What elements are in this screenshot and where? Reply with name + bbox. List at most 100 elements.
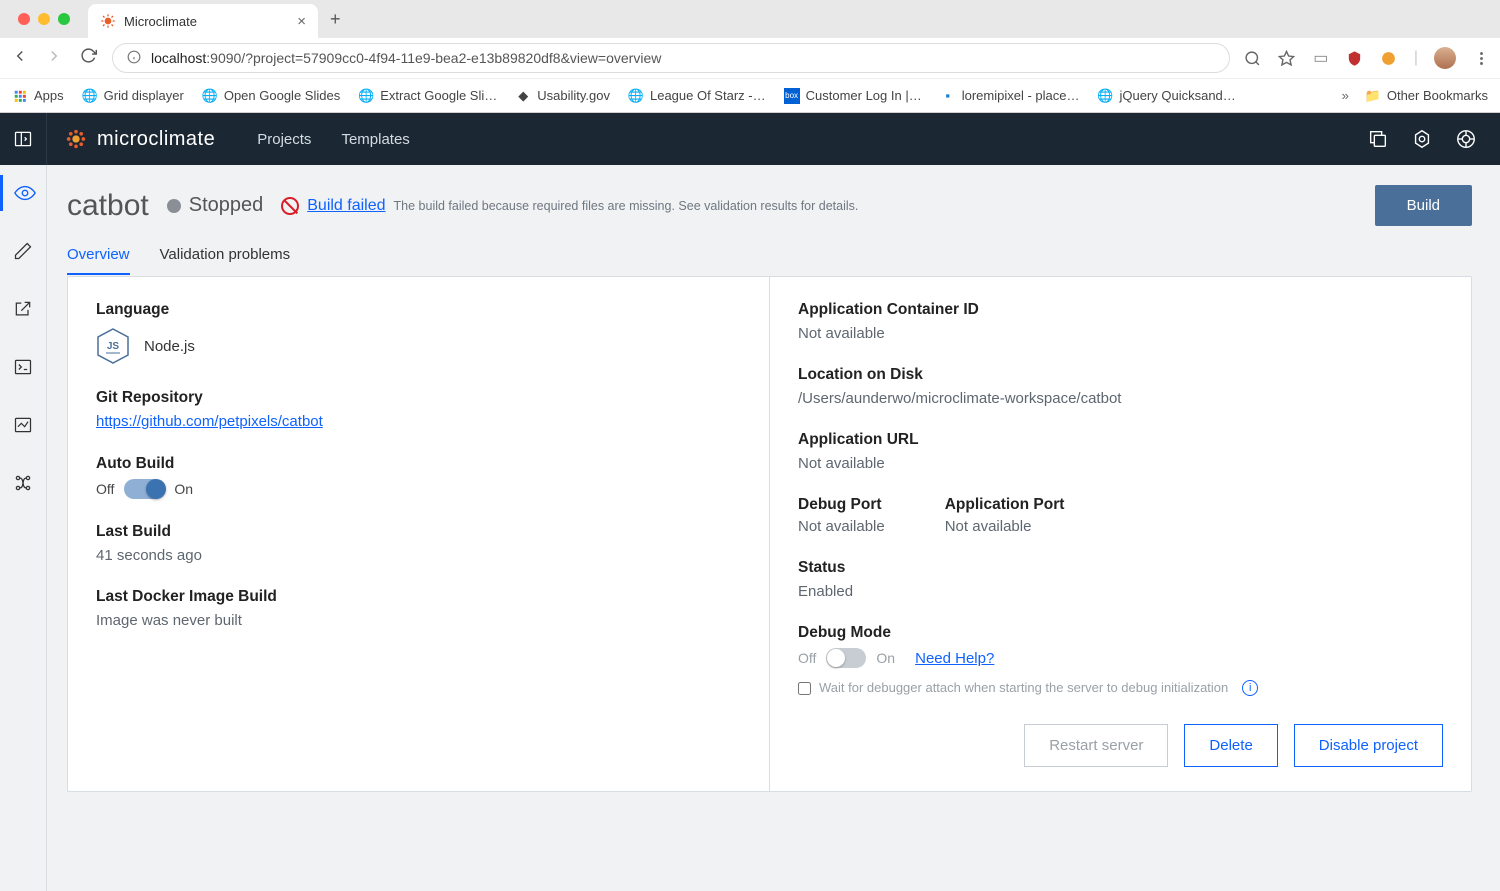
bookmark-item[interactable]: boxCustomer Log In |…: [784, 88, 922, 104]
sidebar-open[interactable]: [0, 291, 47, 327]
zoom-icon[interactable]: [1244, 49, 1262, 67]
back-button[interactable]: [10, 47, 30, 70]
field-label: Status: [798, 559, 1443, 577]
other-bookmarks[interactable]: 📁Other Bookmarks: [1365, 88, 1488, 104]
field-language: Language JS Node.js: [96, 301, 741, 365]
browser-tab[interactable]: Microclimate ×: [88, 4, 318, 38]
window-close-icon[interactable]: [18, 13, 30, 25]
extension-icon[interactable]: ▭: [1312, 49, 1330, 67]
box-icon: box: [784, 88, 800, 104]
bookmark-item[interactable]: 🌐Extract Google Sli…: [358, 88, 497, 104]
error-icon: [281, 197, 299, 215]
bookmark-item[interactable]: ▪loremipixel - place…: [940, 88, 1080, 104]
new-tab-button[interactable]: +: [330, 9, 341, 30]
bookmark-item[interactable]: 🌐League Of Starz -…: [628, 88, 766, 104]
shield-icon[interactable]: [1346, 49, 1364, 67]
tab-favicon-icon: [100, 13, 116, 29]
delete-button[interactable]: Delete: [1184, 724, 1277, 767]
profile-avatar[interactable]: [1434, 47, 1456, 69]
status-dot-icon: [167, 199, 181, 213]
toggle-off-label: Off: [96, 481, 114, 497]
forward-button[interactable]: [44, 47, 64, 70]
field-value: Image was never built: [96, 612, 741, 629]
field-value: Not available: [798, 325, 1443, 342]
need-help-link[interactable]: Need Help?: [915, 650, 994, 667]
field-ports: Debug Port Not available Application Por…: [798, 496, 1443, 535]
project-name: catbot: [67, 189, 149, 223]
field-label: Application Port: [945, 496, 1065, 514]
field-location: Location on Disk /Users/aunderwo/microcl…: [798, 366, 1443, 407]
sidebar-terminal[interactable]: [0, 349, 47, 385]
content: catbot Stopped Build failed The build fa…: [47, 165, 1500, 891]
field-value: Not available: [798, 455, 1443, 472]
bookmark-item[interactable]: ◆Usability.gov: [515, 88, 610, 104]
field-label: Debug Mode: [798, 624, 1443, 642]
sidebar-overview[interactable]: [0, 175, 47, 211]
bookmark-item[interactable]: 🌐Open Google Slides: [202, 88, 340, 104]
wait-debugger-checkbox[interactable]: [798, 682, 811, 695]
tab-validation[interactable]: Validation problems: [160, 246, 291, 275]
reload-button[interactable]: [78, 47, 98, 69]
bookmark-label: jQuery Quicksand…: [1119, 88, 1235, 103]
bookmark-label: Usability.gov: [537, 88, 610, 103]
bookmarks-overflow-icon[interactable]: »: [1342, 88, 1349, 103]
bookmark-label: League Of Starz -…: [650, 88, 766, 103]
tab-overview[interactable]: Overview: [67, 246, 130, 275]
git-repo-link[interactable]: https://github.com/petpixels/catbot: [96, 413, 323, 430]
menu-icon[interactable]: [1472, 49, 1490, 67]
tab-close-icon[interactable]: ×: [297, 13, 306, 30]
field-last-build: Last Build 41 seconds ago: [96, 523, 741, 564]
sidebar-edit[interactable]: [0, 233, 47, 269]
star-icon[interactable]: [1278, 49, 1296, 67]
bookmark-label: loremipixel - place…: [962, 88, 1080, 103]
action-buttons: Restart server Delete Disable project: [798, 724, 1443, 767]
debug-mode-toggle[interactable]: [826, 648, 866, 668]
info-icon[interactable]: i: [1242, 680, 1258, 696]
header-nav: Projects Templates: [257, 131, 410, 148]
field-status: Status Enabled: [798, 559, 1443, 600]
browser-chrome: Microclimate × + localhost:9090/?project…: [0, 0, 1500, 113]
field-label: Git Repository: [96, 389, 741, 407]
overview-panel: Language JS Node.js Git Repository https…: [67, 276, 1472, 792]
sidebar-toggle[interactable]: [0, 113, 47, 165]
field-value: 41 seconds ago: [96, 547, 741, 564]
site-info-icon[interactable]: [127, 50, 141, 67]
nav-templates[interactable]: Templates: [341, 131, 409, 148]
app-header: microclimate Projects Templates: [0, 113, 1500, 165]
window-minimize-icon[interactable]: [38, 13, 50, 25]
svg-text:JS: JS: [107, 341, 120, 352]
window-maximize-icon[interactable]: [58, 13, 70, 25]
extension2-icon[interactable]: [1380, 49, 1398, 67]
disable-project-button[interactable]: Disable project: [1294, 724, 1443, 767]
header-right: [1366, 127, 1500, 151]
bookmark-item[interactable]: 🌐jQuery Quicksand…: [1097, 88, 1235, 104]
globe-icon: 🌐: [82, 88, 98, 104]
field-label: Debug Port: [798, 496, 885, 514]
field-debug-mode: Debug Mode Off On Need Help? Wait for de…: [798, 624, 1443, 696]
field-last-docker: Last Docker Image Build Image was never …: [96, 588, 741, 629]
copy-icon[interactable]: [1366, 127, 1390, 151]
nav-projects[interactable]: Projects: [257, 131, 311, 148]
bookmark-label: Grid displayer: [104, 88, 184, 103]
sidebar-monitor[interactable]: [0, 407, 47, 443]
address-row: localhost:9090/?project=57909cc0-4f94-11…: [0, 38, 1500, 78]
sidebar-pipeline[interactable]: [0, 465, 47, 501]
status-text: Stopped: [189, 194, 264, 217]
field-container-id: Application Container ID Not available: [798, 301, 1443, 342]
bookmark-apps[interactable]: Apps: [12, 88, 64, 104]
toggle-on-label: On: [174, 481, 193, 497]
bookmark-item[interactable]: 🌐 Grid displayer: [82, 88, 184, 104]
build-failed-link[interactable]: Build failed: [307, 197, 385, 215]
restart-server-button[interactable]: Restart server: [1024, 724, 1168, 767]
brand[interactable]: microclimate: [47, 128, 233, 151]
gear-icon[interactable]: [1410, 127, 1434, 151]
globe-icon: 🌐: [358, 88, 374, 104]
address-bar[interactable]: localhost:9090/?project=57909cc0-4f94-11…: [112, 43, 1230, 73]
auto-build-toggle[interactable]: [124, 479, 164, 499]
help-icon[interactable]: [1454, 127, 1478, 151]
build-button[interactable]: Build: [1375, 185, 1472, 226]
field-auto-build: Auto Build Off On: [96, 455, 741, 499]
field-value: Not available: [798, 518, 885, 535]
brand-logo-icon: [65, 128, 87, 150]
tabs: Overview Validation problems: [67, 246, 1472, 276]
